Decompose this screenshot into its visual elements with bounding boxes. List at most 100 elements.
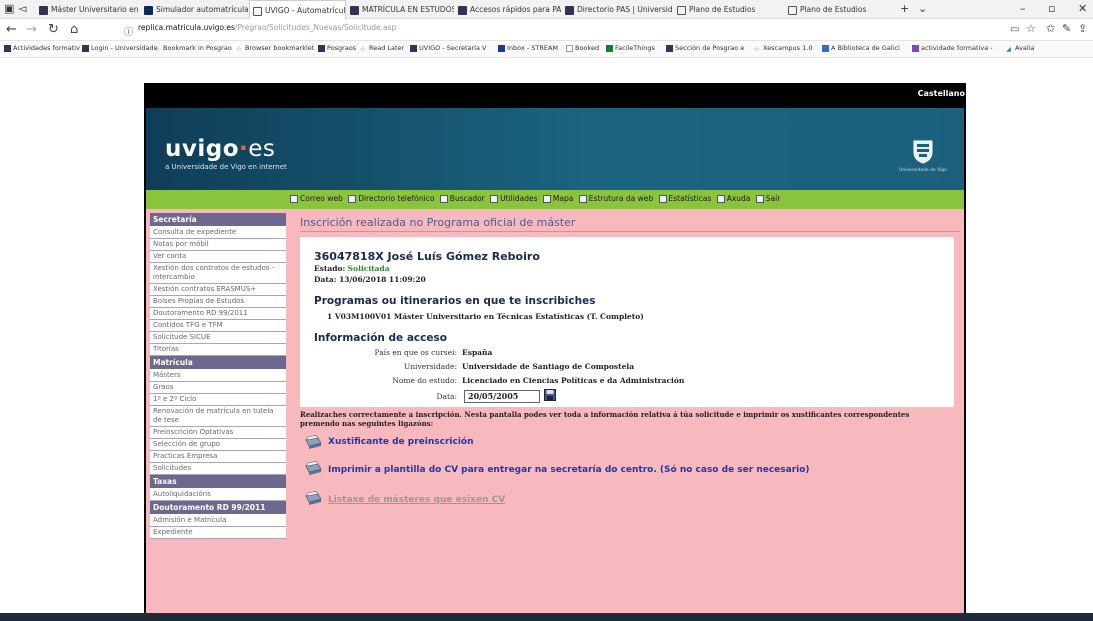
save-disk-icon[interactable] — [544, 389, 556, 401]
nav-label: Correo web — [300, 194, 343, 203]
favorite-item[interactable]: ◢ Avalia — [1006, 44, 1035, 53]
sidebar-item[interactable]: Másters — [150, 370, 286, 382]
back-tabs-icon[interactable]: ◅ — [18, 2, 26, 15]
sidebar-item[interactable]: Solicitude SICUE — [150, 332, 286, 344]
home-icon[interactable]: ⌂ — [70, 22, 78, 37]
nav-correo-web[interactable]: Correo web — [290, 194, 343, 203]
favorite-item[interactable]: Inbox - STREAM — [498, 44, 558, 52]
masters-requiring-cv-link[interactable]: Listaxe de másteres que esixen CV — [328, 495, 505, 505]
printer-icon[interactable] — [303, 434, 323, 450]
logo-dot: · — [239, 136, 249, 162]
browser-tab[interactable]: Máster Universitario en Artes — [36, 0, 140, 19]
favorite-item[interactable]: ☆ Browser bookmarklet — [236, 44, 314, 53]
close-window-icon[interactable]: ✕ — [1078, 2, 1087, 15]
sidebar-item[interactable]: Notas por móbil — [150, 239, 286, 251]
browser-tab[interactable]: Simulador automatrícula | S — [141, 0, 248, 19]
refresh-icon[interactable]: ↻ — [48, 22, 59, 37]
country-value: España — [462, 348, 493, 357]
phone-icon — [348, 195, 357, 203]
favorite-icon — [822, 44, 829, 52]
browser-tab-active[interactable]: UVIGO - Automatrícula — [249, 0, 346, 19]
preinscription-receipt-link[interactable]: Xustificante de preinscrición — [328, 437, 474, 447]
nav-label: Axuda — [726, 194, 751, 203]
site-logo[interactable]: uvigo·es — [165, 136, 275, 162]
url-field[interactable]: replica.matricula.uvigo.es/Pregrao/Solic… — [138, 23, 396, 32]
sidebar-item[interactable]: 1º e 2º Ciclo — [150, 394, 286, 406]
status-value: Solicitada — [347, 264, 390, 273]
nav-estatisticas[interactable]: Estatísticas — [658, 194, 711, 203]
share-icon[interactable]: ⇪ — [1078, 22, 1087, 35]
nav-axuda[interactable]: Axuda — [716, 194, 751, 203]
nav-label: Utilidades — [500, 194, 538, 203]
browser-tab-bar: ▣ ◅ Máster Universitario en Artes Simula… — [0, 0, 1093, 19]
favorite-item[interactable]: UVIGO - Secretaría V — [410, 44, 487, 52]
browser-tab[interactable]: Plano de Estudios — [674, 0, 784, 19]
sidebar-item[interactable]: Bolses Propias de Estudos — [150, 296, 286, 308]
forward-arrow-icon[interactable]: → — [26, 22, 37, 37]
exit-icon — [755, 195, 764, 203]
sidebar-item[interactable]: Renovación de matrícula en tutela de tes… — [150, 406, 286, 427]
sidebar-item[interactable]: Xestión contratos ERASMUS+ — [150, 284, 286, 296]
favorite-icon — [566, 44, 573, 52]
favorite-label: A Biblioteca de Galici — [831, 44, 900, 52]
notes-icon[interactable]: ✎ — [1062, 22, 1071, 35]
nav-estrutura[interactable]: Estrutura da web — [578, 194, 653, 203]
sidebar-item[interactable]: Doutoramento RD 99/2011 — [150, 308, 286, 320]
tab-label: Plano de Estudios — [689, 5, 756, 14]
study-name-value: Licenciado en Ciencias Políticas e da Ad… — [462, 376, 685, 385]
sidebar-item[interactable]: Graos — [150, 382, 286, 394]
sidebar-item[interactable]: Contidos TFG e TFM — [150, 320, 286, 332]
favorite-star-icon[interactable]: ☆ — [1026, 22, 1036, 35]
back-arrow-icon[interactable]: ← — [6, 22, 17, 37]
favorite-icon — [82, 44, 89, 52]
sidebar-item[interactable]: Consulta de expediente — [150, 227, 286, 239]
nav-sair[interactable]: Saír — [755, 194, 780, 203]
browser-tab[interactable]: MATRÍCULA EN ESTUDOS E — [347, 0, 454, 19]
nav-buscador[interactable]: Buscador — [439, 194, 485, 203]
browser-tab[interactable]: Directorio PAS | Universidade — [562, 0, 673, 19]
program-item: 1 V03M100V01 Máster Universitario en Téc… — [327, 312, 644, 321]
site-info-icon[interactable]: ⓘ — [124, 25, 133, 38]
sidebar-item[interactable]: Solicitudes — [150, 463, 286, 475]
language-link[interactable]: Castellano — [918, 89, 965, 98]
favorite-item[interactable]: Actividades formativ — [4, 44, 80, 52]
favorite-item[interactable]: ☆ Read Later — [360, 44, 404, 53]
sidebar-item[interactable]: Autoliquidacións — [150, 489, 286, 501]
nav-utilidades[interactable]: Utilidades — [490, 194, 537, 203]
nav-directorio[interactable]: Directorio telefónico — [348, 194, 434, 203]
sidebar-item[interactable]: Xestión dos contratos de estudos - inter… — [150, 263, 286, 284]
favorite-item[interactable]: Sección de Posgrao e — [666, 44, 744, 52]
favorite-item[interactable]: Login - Universidade — [82, 44, 158, 52]
sidebar-item[interactable]: Ver conta — [150, 251, 286, 263]
favorite-item[interactable]: A Biblioteca de Galici — [822, 44, 900, 52]
printer-icon[interactable] — [303, 490, 323, 506]
sidebar-item[interactable]: Practicas Empresa — [150, 451, 286, 463]
tab-label: MATRÍCULA EN ESTUDOS E — [362, 5, 454, 14]
nav-mapa[interactable]: Mapa — [542, 194, 573, 203]
print-cv-template-link[interactable]: Imprimir a plantilla do CV para entregar… — [328, 465, 810, 475]
favorites-hub-icon[interactable]: ✩ — [1046, 22, 1055, 35]
browser-tab[interactable]: Plano de Estudios — [785, 0, 895, 19]
maximize-icon[interactable]: ▫ — [1048, 2, 1055, 15]
minimize-icon[interactable]: – — [1020, 2, 1026, 15]
page-title: Inscrición realizada no Programa oficial… — [300, 216, 576, 229]
printer-icon[interactable] — [303, 460, 323, 476]
favorite-item[interactable]: Posgraos — [318, 44, 356, 52]
favorite-item[interactable]: ☆ Bookmark in Posgrao — [154, 44, 232, 53]
favorite-item[interactable]: ☆ Xescampus 1.0 — [754, 44, 812, 53]
star-icon: ☆ — [236, 44, 242, 53]
browser-tab[interactable]: Accesos rápidos para PAS | — [455, 0, 561, 19]
tab-actions-icon[interactable]: ▣ — [4, 2, 14, 15]
sidebar-item[interactable]: Titorías — [150, 344, 286, 356]
sidebar-item[interactable]: Selección de grupo — [150, 439, 286, 451]
favorite-item[interactable]: Booked — [566, 44, 599, 52]
new-tab-icon[interactable]: + — [900, 2, 909, 15]
tab-list-icon[interactable]: ⌄ — [918, 2, 927, 15]
sidebar-item[interactable]: Expediente — [150, 527, 286, 539]
favorite-item[interactable]: actividade formativa - — [912, 44, 993, 52]
sidebar-item[interactable]: Preinscrición Optativas — [150, 427, 286, 439]
sidebar-item[interactable]: Admisión e Matrícula — [150, 515, 286, 527]
reading-view-icon[interactable]: ▭ — [1010, 24, 1019, 35]
date-field[interactable]: 20/05/2005 — [464, 390, 540, 403]
favorite-item[interactable]: FacileThings — [606, 44, 655, 52]
